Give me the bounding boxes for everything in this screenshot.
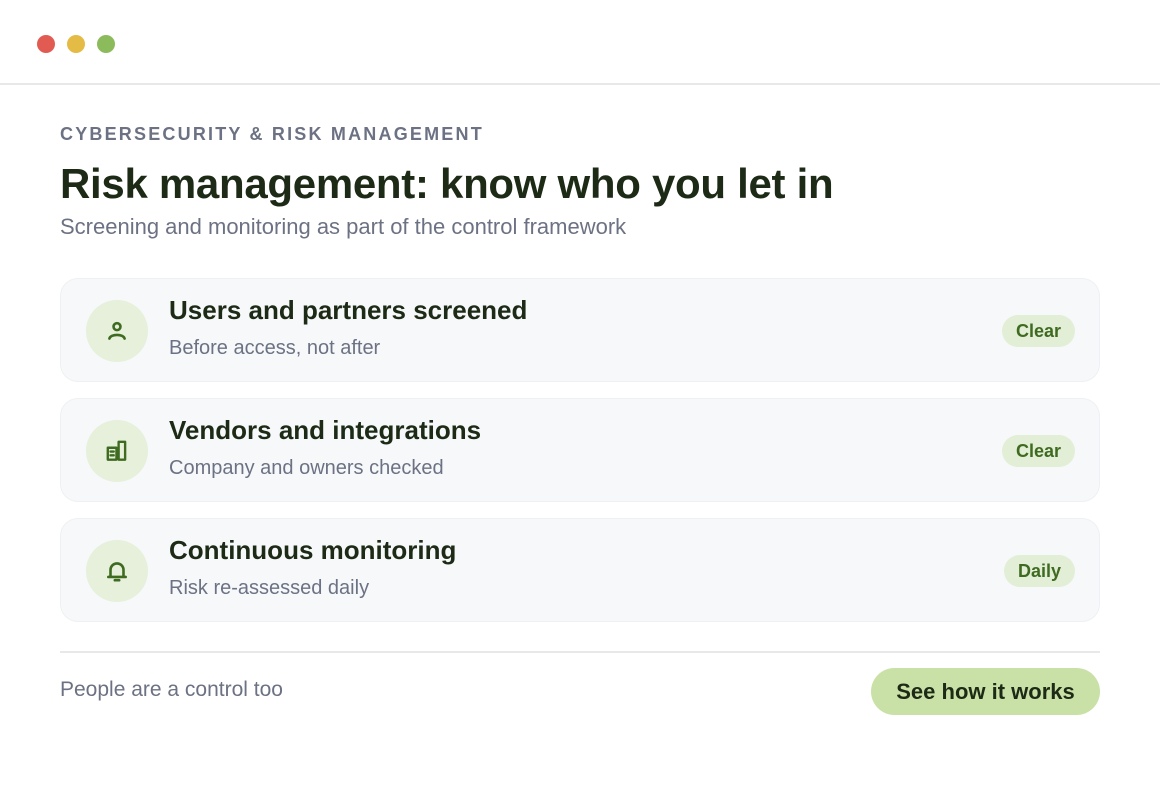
card-vendors-integrations: Vendors and integrations Company and own… <box>60 398 1100 502</box>
card-title: Vendors and integrations <box>169 415 482 445</box>
eyebrow-label: CYBERSECURITY & RISK MANAGEMENT <box>60 124 484 144</box>
card-subtitle: Company and owners checked <box>169 457 444 479</box>
footer-divider <box>60 651 1100 653</box>
card-users-partners: Users and partners screened Before acces… <box>60 278 1100 382</box>
card-subtitle: Before access, not after <box>169 337 381 359</box>
card-subtitle: Risk re-assessed daily <box>169 577 370 599</box>
page-subtitle: Screening and monitoring as part of the … <box>60 214 627 239</box>
card-title: Users and partners screened <box>169 295 528 325</box>
status-badge: Clear <box>1001 315 1075 347</box>
see-how-it-works-button[interactable]: See how it works <box>871 668 1100 715</box>
user-icon <box>86 300 148 362</box>
footer-note: People are a control too <box>60 678 283 701</box>
status-badge: Daily <box>1003 555 1075 587</box>
card-title: Continuous monitoring <box>169 535 457 565</box>
bell-icon <box>86 540 148 602</box>
building-icon <box>86 420 148 482</box>
window-maximize-button[interactable] <box>97 35 115 53</box>
page-title: Risk management: know who you let in <box>60 160 834 207</box>
window-titlebar <box>0 0 1160 85</box>
status-badge: Clear <box>1001 435 1075 467</box>
card-continuous-monitoring: Continuous monitoring Risk re-assessed d… <box>60 518 1100 622</box>
window-minimize-button[interactable] <box>67 35 85 53</box>
window-close-button[interactable] <box>37 35 55 53</box>
